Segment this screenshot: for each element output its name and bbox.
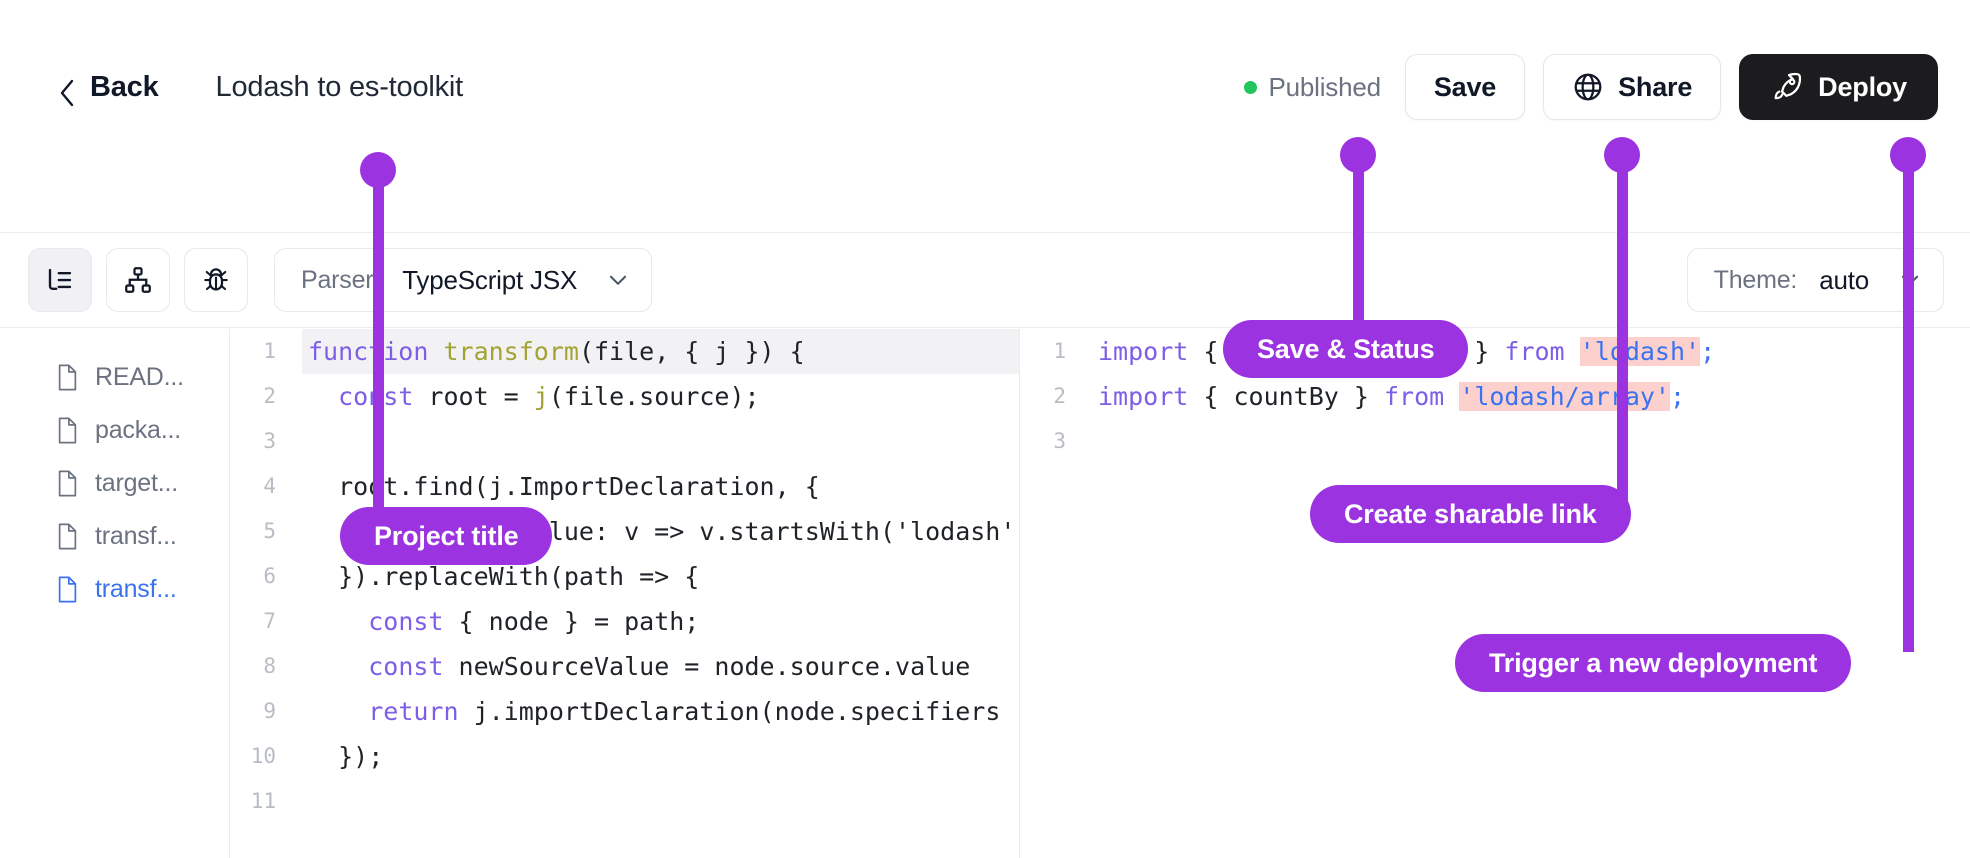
output-editor[interactable]: 1import { debounce, chunk } from 'lodash… [1020, 329, 1970, 858]
file-list-item[interactable]: packa... [0, 404, 229, 457]
app-header: Back Lodash to es-toolkit Published Save [0, 48, 1970, 126]
code-line: 8 const newSourceValue = node.source.val… [230, 644, 1019, 689]
chevron-down-icon [605, 267, 631, 293]
annotation-leader-line [1617, 152, 1628, 502]
save-button[interactable]: Save [1404, 54, 1526, 120]
source-editor[interactable]: 1function transform(file, { j }) {2 cons… [230, 329, 1020, 858]
chevron-left-icon [58, 78, 76, 107]
annotation-label: Project title [340, 507, 553, 565]
editor-body: READ... packa... target... transf... transf.… [0, 329, 1970, 858]
editor-toolbar: Parser: TypeScript JSX Theme: auto [0, 232, 1970, 328]
rocket-icon [1770, 70, 1804, 104]
line-number: 6 [263, 564, 276, 588]
file-icon [56, 417, 79, 444]
code-line: 7 const { node } = path; [230, 599, 1019, 644]
status-label: Published [1268, 71, 1381, 102]
line-number: 10 [250, 744, 276, 768]
file-icon [56, 364, 79, 391]
file-icon [56, 523, 79, 550]
line-number: 11 [250, 789, 276, 813]
code-line: 1import { debounce, chunk } from 'lodash… [1020, 329, 1970, 374]
status-dot-icon [1244, 80, 1258, 94]
bug-button[interactable] [184, 248, 248, 312]
back-button[interactable]: Back [58, 70, 159, 107]
bug-icon [201, 265, 231, 295]
code-text: const root = j(file.source); [338, 382, 760, 411]
theme-value: auto [1819, 264, 1869, 295]
deploy-button[interactable]: Deploy [1739, 54, 1938, 120]
app-root: Back Lodash to es-toolkit Published Save [0, 0, 1970, 858]
theme-label: Theme: [1713, 265, 1798, 294]
file-list-item[interactable]: READ... [0, 351, 229, 404]
code-text: function transform(file, { j }) { [302, 329, 1019, 374]
back-label: Back [90, 70, 159, 103]
sitemap-button[interactable] [106, 248, 170, 312]
code-line: 4 root.find(j.ImportDeclaration, { [230, 464, 1019, 509]
code-line: 1 function transform(file, { j }) { [230, 329, 1019, 374]
file-list-item[interactable]: target... [0, 457, 229, 510]
line-number: 1 [263, 339, 276, 363]
line-number: 1 [1053, 339, 1066, 363]
line-number: 3 [263, 429, 276, 453]
code-text: import { countBy } from 'lodash/array'; [1098, 382, 1686, 411]
annotation-leader-line [373, 170, 384, 550]
annotation-anchor-dot [1340, 137, 1376, 173]
file-icon [56, 470, 79, 497]
sitemap-icon [123, 265, 153, 295]
file-name: target... [95, 469, 178, 497]
line-number: 9 [263, 699, 276, 723]
parser-label: Parser: [301, 265, 381, 294]
file-list: READ... packa... target... transf... transf.… [0, 329, 230, 858]
code-line: 2 import { countBy } from 'lodash/array'; [1020, 374, 1970, 419]
file-icon [56, 576, 79, 603]
annotation-anchor-dot [1890, 137, 1926, 173]
file-list-item[interactable]: transf... [0, 510, 229, 563]
line-number: 2 [263, 384, 276, 408]
line-number: 8 [263, 654, 276, 678]
code-line: 9 return j.importDeclaration(node.specif… [230, 689, 1019, 734]
line-number: 3 [1053, 429, 1066, 453]
code-text: const { node } = path; [368, 607, 700, 636]
parser-select[interactable]: Parser: TypeScript JSX [274, 248, 653, 312]
share-label: Share [1618, 71, 1693, 102]
code-text: const newSourceValue = node.source.value [368, 652, 971, 681]
file-name: transf... [95, 522, 177, 550]
share-button[interactable]: Share [1543, 54, 1722, 120]
save-label: Save [1433, 71, 1497, 102]
annotation-anchor-dot [1604, 137, 1640, 173]
line-number: 2 [1053, 384, 1066, 408]
annotation-label: Trigger a new deployment [1455, 634, 1852, 692]
code-line: 6 }).replaceWith(path => { [230, 554, 1019, 599]
annotation-label: Save & Status [1223, 320, 1469, 378]
line-number: 5 [263, 519, 276, 543]
code-line: 11 [230, 779, 1019, 824]
status-badge: Published [1244, 71, 1381, 103]
page-title: Lodash to es-toolkit [215, 70, 464, 103]
deploy-label: Deploy [1818, 71, 1907, 102]
parser-value: TypeScript JSX [402, 264, 578, 295]
toolbar-right-group: Theme: auto [1661, 248, 1944, 312]
file-name: packa... [95, 416, 181, 444]
annotation-anchor-dot [360, 152, 396, 188]
annotation-leader-line [1353, 152, 1364, 342]
list-tree-icon [45, 265, 75, 295]
code-line: 3 [230, 419, 1019, 464]
code-line: 3 [1020, 419, 1970, 464]
line-number: 4 [263, 474, 276, 498]
line-number: 7 [263, 609, 276, 633]
annotation-leader-line [1903, 152, 1914, 652]
file-name: transf... [95, 575, 177, 603]
code-line: 10 }); [230, 734, 1019, 779]
code-line: 2 const root = j(file.source); [230, 374, 1019, 419]
file-name: READ... [95, 363, 184, 391]
file-list-item[interactable]: transf... [0, 563, 229, 616]
annotation-label: Create sharable link [1310, 485, 1631, 543]
code-text: return j.importDeclaration(node.specifie… [368, 697, 1001, 726]
header-actions: Published Save Share Deploy [1244, 54, 1938, 120]
code-text: }); [308, 742, 384, 771]
globe-icon [1572, 71, 1604, 103]
code-text: root.find(j.ImportDeclaration, { [308, 472, 820, 501]
list-tree-button[interactable] [28, 248, 92, 312]
